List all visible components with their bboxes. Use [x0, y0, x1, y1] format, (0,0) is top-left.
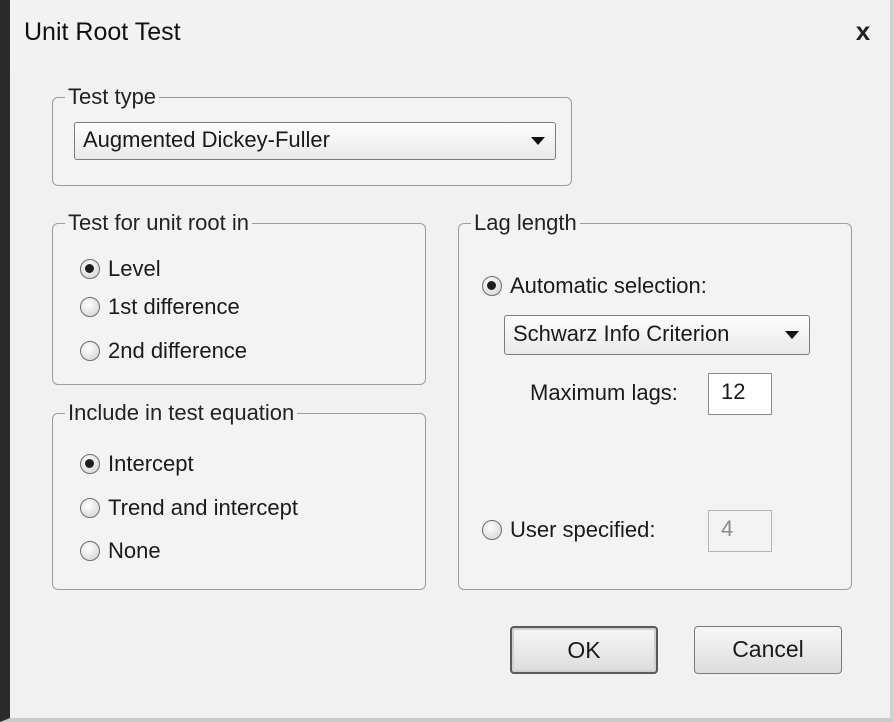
close-button[interactable]: x [846, 14, 880, 48]
automatic-selection-label: Automatic selection: [510, 273, 707, 298]
criterion-dropdown[interactable]: Schwarz Info Criterion [504, 315, 810, 355]
ok-button-label: OK [567, 637, 601, 663]
radio-level-label: Level [108, 256, 161, 281]
user-specified-label: User specified: [510, 517, 656, 542]
radio-unchecked-icon [80, 340, 100, 361]
cancel-button-label: Cancel [732, 636, 804, 662]
maximum-lags-label: Maximum lags: [530, 380, 678, 405]
user-specified-input[interactable]: 4 [708, 510, 772, 552]
radio-automatic-selection[interactable]: Automatic selection: [482, 271, 707, 301]
unit-root-test-dialog: Unit Root Test x Test type Augmented Dic… [0, 0, 893, 722]
radio-checked-icon [80, 453, 100, 474]
radio-trend-and-intercept[interactable]: Trend and intercept [80, 493, 298, 523]
cancel-button[interactable]: Cancel [694, 626, 842, 674]
test-type-selected: Augmented Dickey-Fuller [83, 127, 330, 152]
radio-level[interactable]: Level [80, 254, 161, 284]
radio-intercept-label: Intercept [108, 451, 194, 476]
radio-1st-difference-label: 1st difference [108, 294, 240, 319]
title-bar: Unit Root Test x [10, 0, 890, 70]
radio-unchecked-icon [80, 296, 100, 317]
lag-length-legend: Lag length [474, 210, 577, 235]
test-type-dropdown[interactable]: Augmented Dickey-Fuller [74, 122, 556, 160]
radio-2nd-difference-label: 2nd difference [108, 338, 248, 363]
close-icon: x [855, 16, 871, 46]
radio-checked-icon [482, 275, 502, 296]
radio-checked-icon [80, 258, 100, 279]
ok-button[interactable]: OK [510, 626, 658, 674]
radio-user-specified[interactable]: User specified: [482, 515, 656, 545]
dialog-title: Unit Root Test [24, 18, 181, 46]
radio-unchecked-icon [80, 497, 100, 518]
radio-trend-and-intercept-label: Trend and intercept [108, 495, 298, 520]
maximum-lags-input[interactable]: 12 [708, 373, 772, 415]
chevron-down-icon [785, 331, 799, 339]
radio-none[interactable]: None [80, 536, 161, 566]
radio-none-label: None [108, 538, 161, 563]
chevron-down-icon [531, 137, 545, 145]
user-specified-value: 4 [721, 516, 734, 541]
test-type-legend: Test type [68, 84, 157, 109]
maximum-lags-value: 12 [721, 379, 746, 404]
criterion-selected: Schwarz Info Criterion [513, 321, 730, 346]
test-equation-legend: Include in test equation [68, 400, 295, 425]
radio-2nd-difference[interactable]: 2nd difference [80, 336, 247, 366]
radio-intercept[interactable]: Intercept [80, 449, 194, 479]
radio-unchecked-icon [80, 540, 100, 561]
unit-root-in-legend: Test for unit root in [68, 210, 249, 235]
radio-1st-difference[interactable]: 1st difference [80, 292, 240, 322]
radio-unchecked-icon [482, 519, 502, 540]
